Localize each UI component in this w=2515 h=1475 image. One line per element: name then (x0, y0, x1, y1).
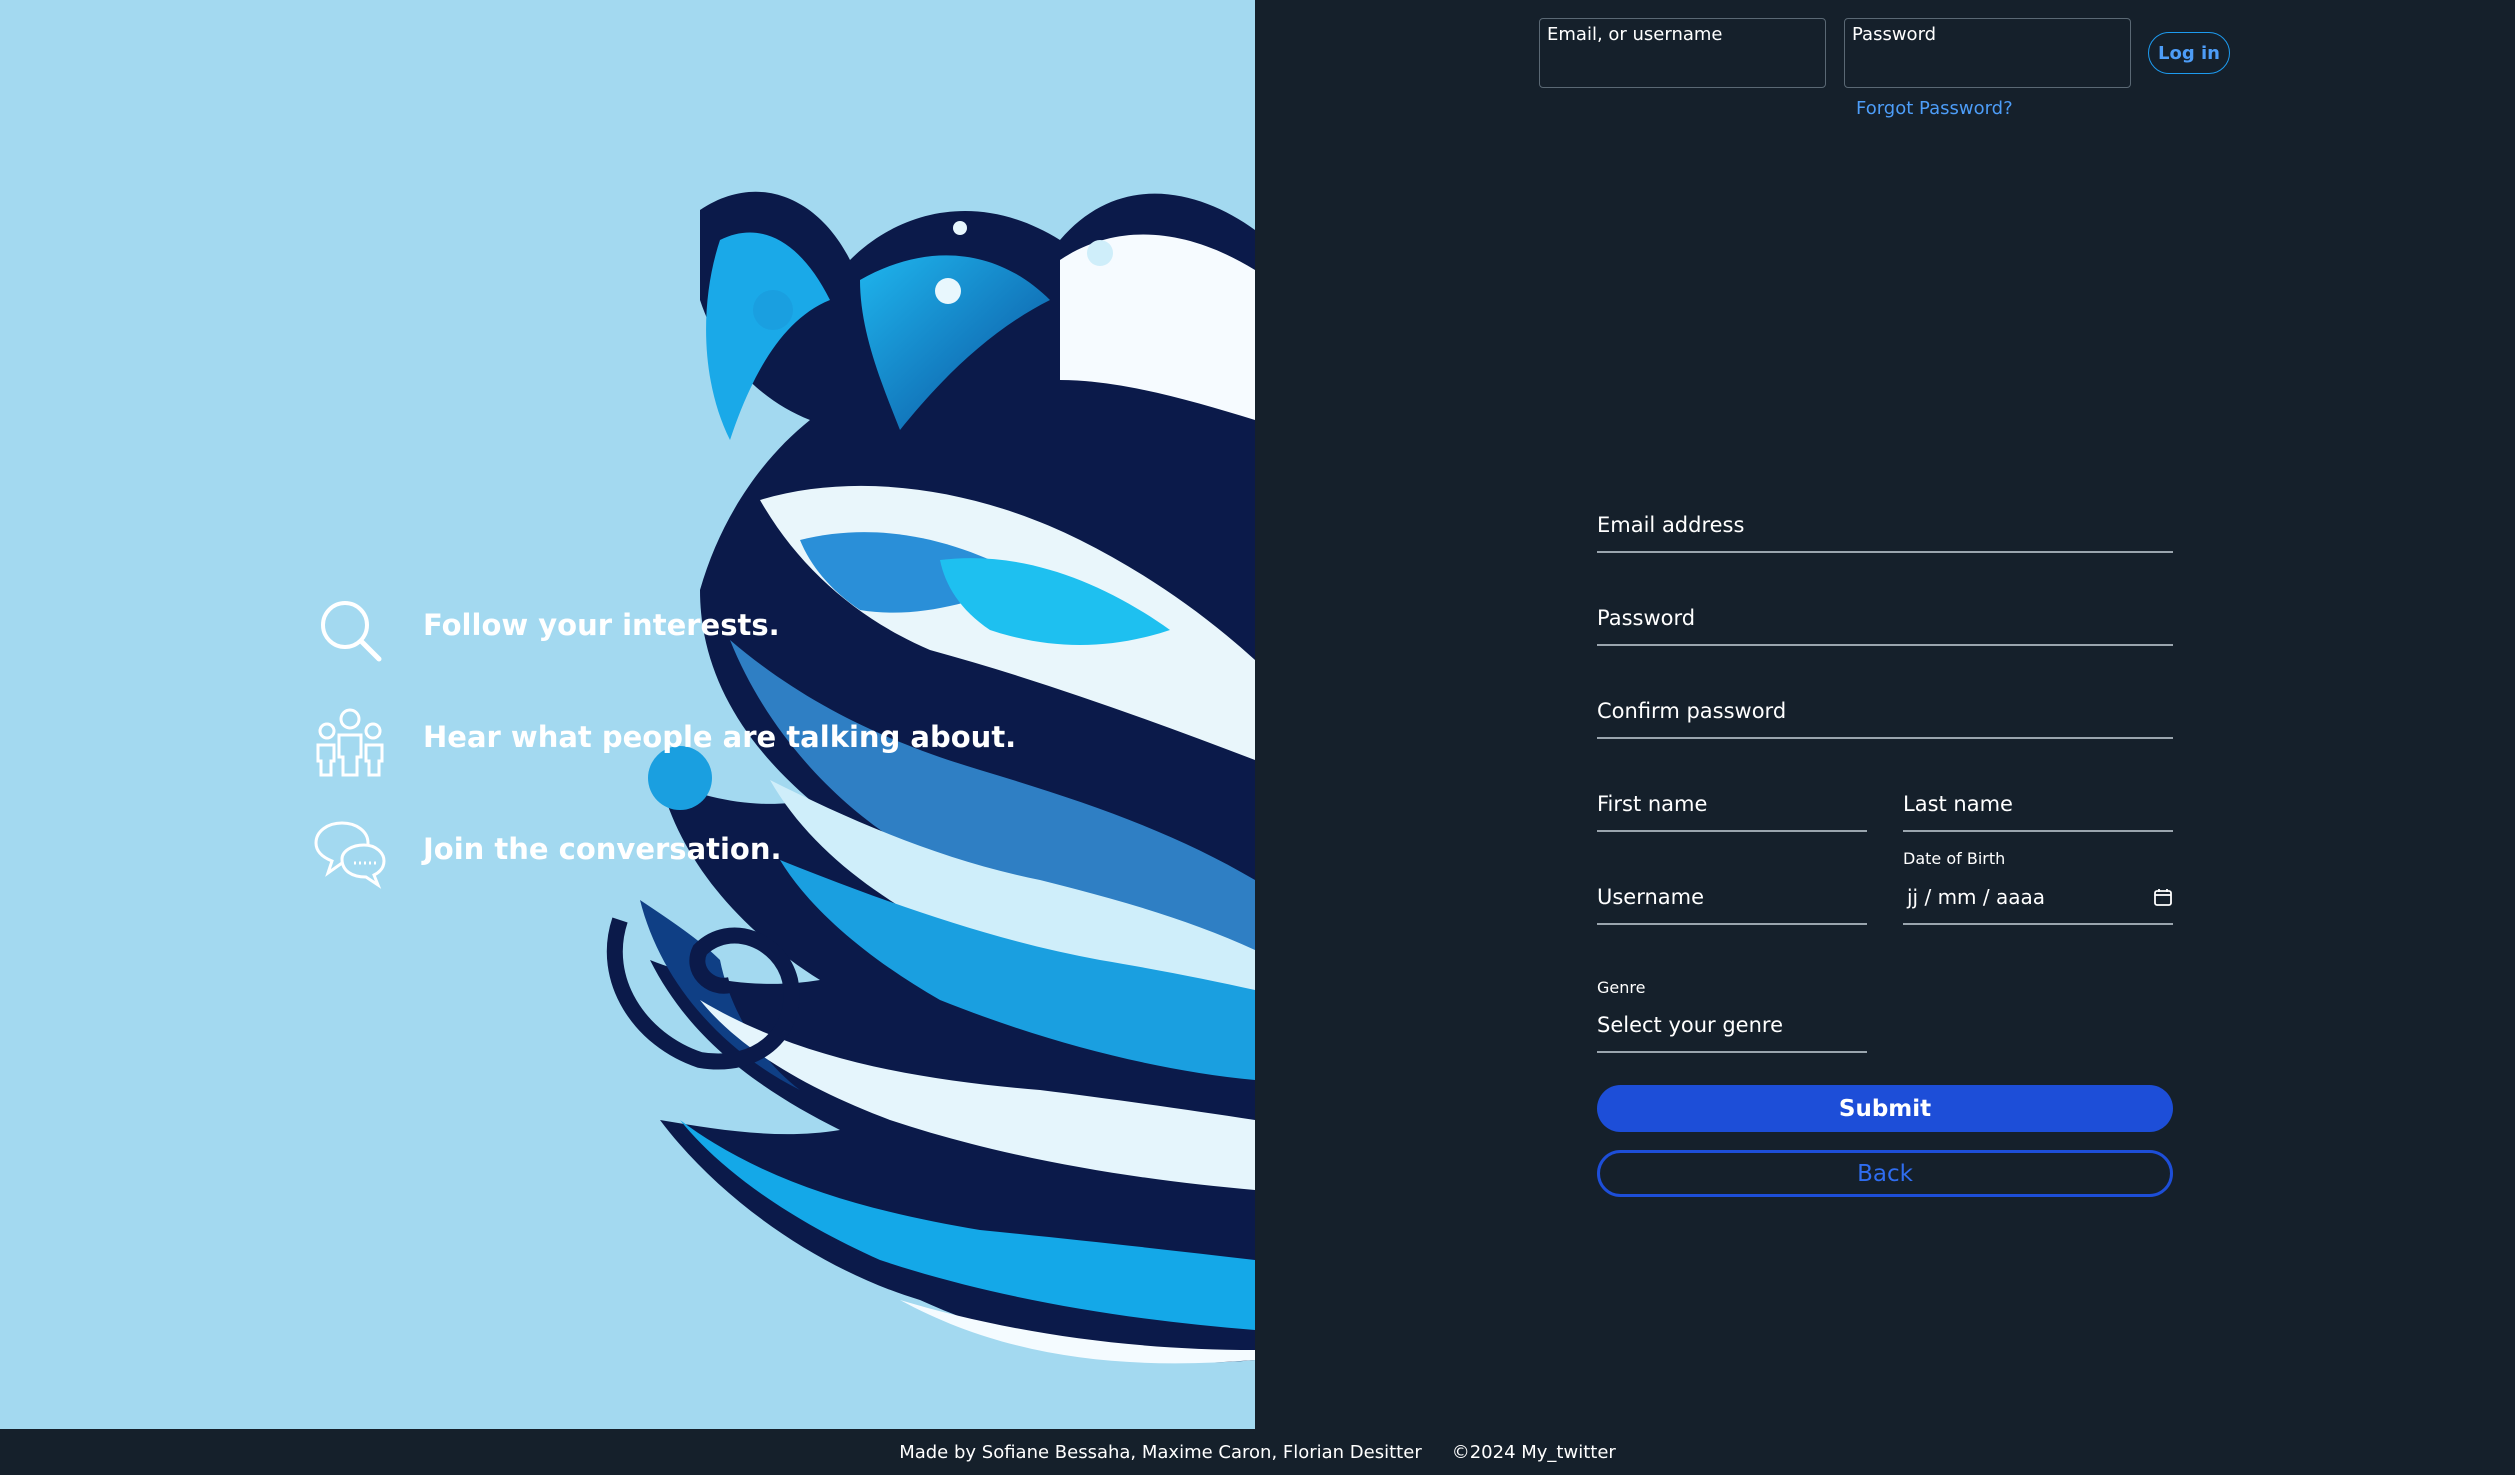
feature-hear: Hear what people are talking about. (310, 702, 1016, 782)
feature-hear-text: Hear what people are talking about. (423, 720, 1017, 754)
email-field[interactable]: Email address (1597, 500, 2173, 553)
back-button[interactable]: Back (1597, 1150, 2173, 1197)
date-of-birth-label: Date of Birth (1903, 849, 2006, 868)
password-field[interactable]: Password (1597, 593, 2173, 646)
date-of-birth-field[interactable]: Date of Birth jj / mm / aaaa (1903, 849, 2173, 925)
footer-copyright: ©2024 My_twitter (1451, 1441, 1616, 1463)
first-name-field[interactable]: First name (1597, 779, 1867, 832)
username-field[interactable]: Username (1597, 872, 1867, 925)
email-label: Email address (1597, 513, 1745, 537)
people-icon (310, 702, 390, 782)
confirm-password-field[interactable]: Confirm password (1597, 686, 2173, 739)
hero-panel: Follow your interests. Hear what people … (0, 0, 1255, 1429)
first-name-label: First name (1597, 792, 1708, 816)
leaf-artwork (606, 191, 1255, 1364)
login-password-input[interactable] (1852, 58, 2127, 81)
feature-join: Join the conversation. (310, 814, 782, 894)
feature-join-text: Join the conversation. (423, 832, 782, 866)
date-of-birth-value: jj / mm / aaaa (1907, 885, 2046, 909)
genre-value: Select your genre (1597, 1013, 1784, 1037)
footer-credits: Made by Sofiane Bessaha, Maxime Caron, F… (899, 1441, 1422, 1463)
footer: Made by Sofiane Bessaha, Maxime Caron, F… (0, 1429, 2515, 1475)
feature-follow: Follow your interests. (310, 590, 780, 670)
password-label: Password (1597, 606, 1696, 630)
calendar-icon[interactable] (2153, 887, 2173, 907)
login-password-field[interactable]: Password (1844, 18, 2131, 88)
last-name-label: Last name (1903, 792, 2013, 816)
confirm-password-label: Confirm password (1597, 699, 1787, 723)
login-email-label: Email, or username (1547, 24, 1723, 45)
submit-button[interactable]: Submit (1597, 1085, 2173, 1132)
forgot-password-link[interactable]: Forgot Password? (1856, 98, 2013, 119)
chat-bubbles-icon (310, 814, 390, 894)
login-button[interactable]: Log in (2148, 32, 2230, 74)
feature-follow-text: Follow your interests. (423, 608, 780, 642)
last-name-field[interactable]: Last name (1903, 779, 2173, 832)
username-label: Username (1597, 885, 1705, 909)
login-email-input[interactable] (1547, 58, 1822, 81)
search-icon (310, 590, 390, 670)
login-password-label: Password (1852, 24, 1937, 45)
login-email-field[interactable]: Email, or username (1539, 18, 1826, 88)
genre-label: Genre (1597, 978, 1646, 997)
genre-select[interactable]: Genre Select your genre (1597, 978, 1867, 1053)
